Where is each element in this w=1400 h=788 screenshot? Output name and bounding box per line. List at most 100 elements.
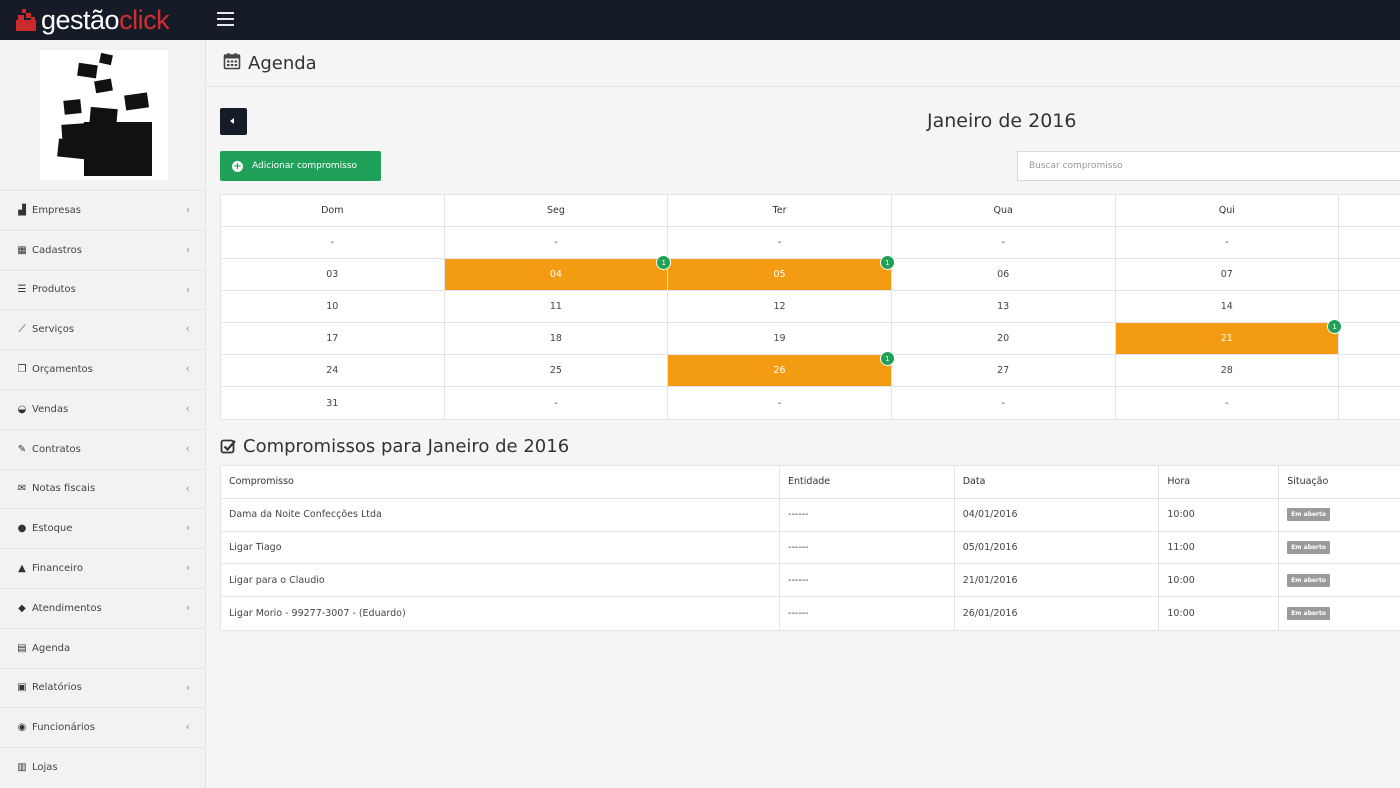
table-row[interactable]: Ligar Morio - 99277-3007 - (Eduardo) ----… — [221, 597, 1400, 630]
calendar-day[interactable]: 06 — [892, 259, 1116, 290]
calendar-day[interactable]: 17 — [221, 323, 445, 354]
weekday-header-overflow — [1339, 195, 1400, 226]
calendar-day[interactable]: 19 — [668, 323, 892, 354]
table-cell: 05/01/2016 — [955, 531, 1160, 564]
month-calendar: Dom Seg Ter Qua Qui - - - - -03 04 1 05 1 06 07 10 11 12 13… — [220, 194, 1400, 420]
day-number: 21 — [1220, 333, 1233, 344]
sidebar-item-label: Notas fiscais — [32, 483, 96, 495]
calendar-day-with-event[interactable]: 04 1 — [444, 255, 672, 290]
sidebar-item-calendar[interactable]: ▤ Agenda — [0, 627, 206, 668]
day-number: 03 — [326, 269, 339, 280]
column-header: Entidade — [780, 466, 955, 498]
table-row[interactable]: Ligar Tiago ------ 05/01/2016 11:00 Em abert… — [221, 531, 1400, 565]
sidebar-item-user[interactable]: ◉ Funcionários ‹ — [0, 707, 206, 747]
sidebar-item-bar-chart[interactable]: ▟ Empresas ‹ — [0, 190, 206, 230]
calendar-day[interactable]: 18 — [445, 323, 669, 354]
menu-toggle-icon[interactable] — [217, 12, 234, 26]
table-cell: Em aberto — [1279, 597, 1400, 630]
table-cell: Em aberto — [1279, 532, 1400, 564]
report-icon: ▣ — [17, 682, 27, 694]
cell-text: 10:00 — [1167, 608, 1195, 620]
logo-text: gestãoclick — [41, 4, 170, 36]
day-number: - — [554, 397, 558, 409]
sidebar-item-globe[interactable]: ● Estoque ‹ — [0, 508, 206, 548]
calendar-day-overflow — [1339, 387, 1400, 419]
table-row[interactable]: Ligar para o Claudio ------ 21/01/2016 10:0… — [221, 564, 1400, 598]
store-icon: ▥ — [17, 762, 27, 774]
sidebar-item-label: Relatórios — [32, 682, 82, 694]
cell-text: 10:00 — [1167, 574, 1195, 586]
table-icon: ▦ — [17, 244, 27, 256]
day-number: 25 — [549, 365, 562, 376]
sidebar-item-comments[interactable]: ◆ Atendimentos ‹ — [0, 587, 206, 628]
sidebar-item-report[interactable]: ▣ Relatórios ‹ — [0, 667, 206, 708]
calendar-day[interactable]: 11 — [445, 291, 669, 322]
calendar-day: - — [668, 387, 892, 419]
sidebar-item-label: Contratos — [32, 443, 81, 455]
day-number: - — [554, 237, 558, 248]
cell-text: Dama da Noite Confecções Ltda — [229, 509, 382, 521]
cell-text: Ligar para o Claudio — [229, 574, 325, 586]
previous-month-button[interactable] — [220, 108, 247, 135]
calendar-day-with-event[interactable]: 05 1 — [668, 255, 895, 290]
day-number: 07 — [1220, 269, 1233, 280]
chevron-left-icon: ‹ — [185, 362, 190, 376]
sidebar-item-label: Atendimentos — [32, 602, 102, 614]
sidebar-item-copy[interactable]: ❐ Orçamentos ‹ — [0, 349, 206, 389]
calendar-day: - — [1116, 227, 1340, 258]
page-header: Agenda — [207, 40, 1400, 87]
calendar-day[interactable]: 03 — [221, 259, 445, 290]
sidebar-item-invoice[interactable]: ✉ Notas fiscais ‹ — [0, 468, 206, 509]
calendar-day-with-event[interactable]: 26 1 — [668, 351, 895, 386]
calendar-day[interactable]: 24 — [221, 355, 445, 386]
calendar-day[interactable]: 28 — [1116, 355, 1340, 386]
day-number: - — [330, 237, 335, 248]
calendar-day[interactable]: 27 — [892, 355, 1116, 386]
sidebar-item-table[interactable]: ▦ Cadastros ‹ — [0, 229, 206, 270]
day-number: 12 — [773, 301, 786, 312]
calendar-day[interactable]: 10 — [221, 291, 445, 322]
sidebar-item-label: Estoque — [32, 523, 73, 535]
event-count-badge: 1 — [879, 351, 895, 366]
calendar-day[interactable]: 12 — [668, 291, 892, 322]
day-number: - — [777, 397, 782, 409]
day-number: 28 — [1220, 365, 1233, 376]
calendar-day[interactable]: 14 — [1116, 291, 1340, 322]
calendar-day[interactable]: 25 — [445, 355, 669, 386]
calendar-day-overflow — [1339, 259, 1400, 290]
gestaoclick-logo[interactable]: gestãoclick — [14, 4, 170, 36]
day-number: 11 — [549, 301, 562, 312]
table-row[interactable]: Dama da Noite Confecções Ltda ------ 04/01… — [221, 498, 1400, 532]
cell-text: ------ — [788, 574, 809, 586]
table-cell: Ligar para o Claudio — [221, 564, 781, 597]
cell-text: 11:00 — [1167, 541, 1195, 553]
sidebar-item-basket[interactable]: ◒ Vendas ‹ — [0, 388, 206, 429]
chevron-left-icon: ‹ — [185, 401, 190, 415]
sidebar-item-edit[interactable]: ✎ Contratos ‹ — [0, 428, 206, 469]
calendar-day[interactable]: 13 — [892, 291, 1116, 322]
chevron-left-icon: ‹ — [185, 322, 190, 336]
day-number: 10 — [326, 301, 339, 312]
cell-text: Ligar Morio - 99277-3007 - (Eduardo) — [229, 608, 406, 620]
sidebar-item-bank[interactable]: ▲ Financeiro ‹ — [0, 548, 206, 588]
calendar-day[interactable]: 31 — [221, 387, 445, 419]
status-badge: Em aberto — [1287, 607, 1331, 621]
appointments-table: Compromisso Entidade Data Hora Situação Dama … — [220, 465, 1400, 631]
calendar-day: - — [445, 387, 669, 419]
calendar-day[interactable]: 20 — [892, 323, 1116, 354]
calendar-day-with-event[interactable]: 21 1 — [1115, 319, 1343, 354]
chevron-left-icon: ‹ — [185, 600, 190, 614]
search-appointment-input[interactable] — [1017, 151, 1400, 181]
sidebar-item-list[interactable]: ☰ Produtos ‹ — [0, 269, 206, 310]
invoice-icon: ✉ — [17, 483, 27, 495]
sidebar-item-wrench[interactable]: ⟋ Serviços ‹ — [0, 309, 206, 349]
column-header: Situação — [1287, 476, 1329, 488]
add-appointment-button[interactable]: + Adicionar compromisso — [220, 151, 381, 181]
table-cell: Ligar Tiago — [221, 531, 781, 564]
sidebar-item-store[interactable]: ▥ Lojas — [0, 747, 206, 787]
calendar-day[interactable]: 07 — [1116, 259, 1340, 290]
edit-icon: ✎ — [17, 443, 27, 455]
sidebar-item-label: Agenda — [32, 642, 71, 654]
sidebar-item-label: Serviços — [32, 324, 75, 336]
chevron-left-icon: ‹ — [185, 203, 190, 216]
